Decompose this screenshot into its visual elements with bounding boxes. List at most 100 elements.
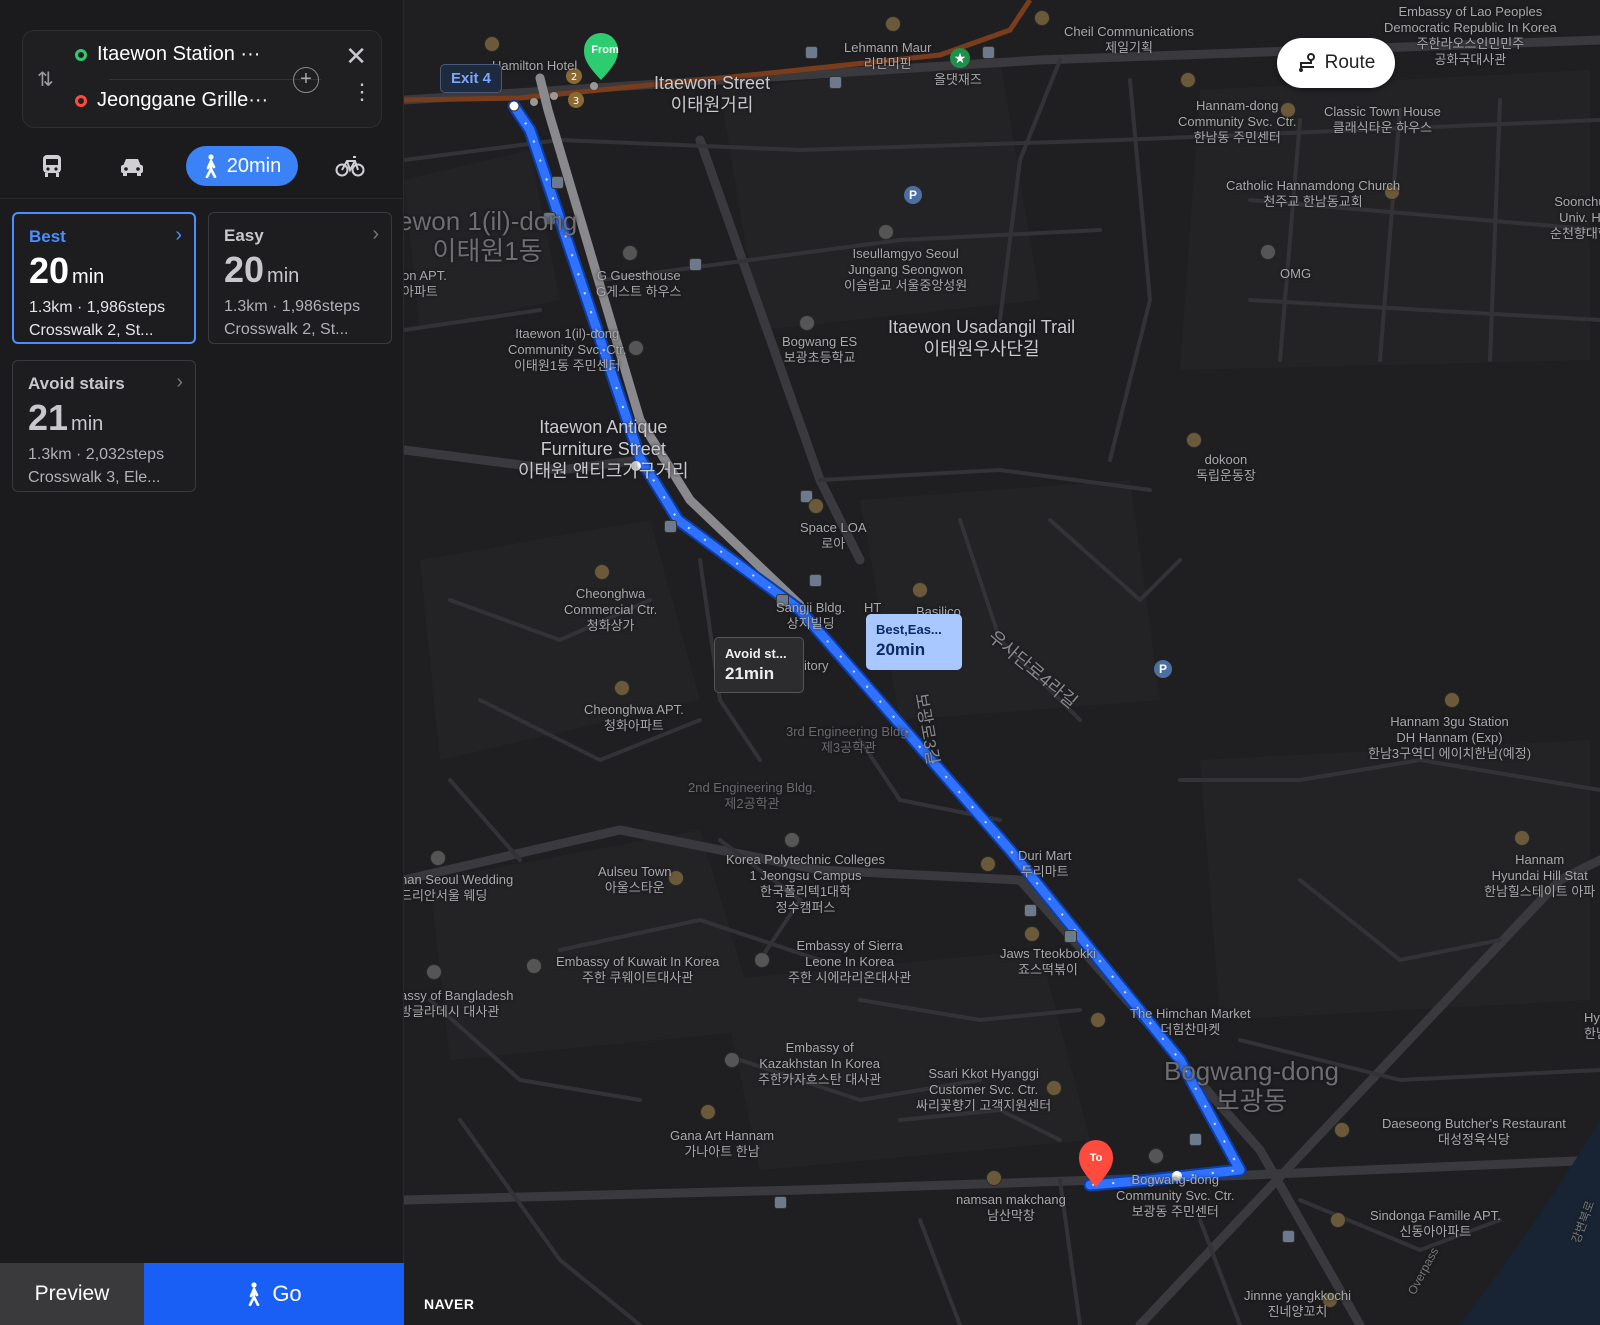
origin-dot-icon <box>75 48 87 61</box>
route-button[interactable]: Route <box>1277 38 1395 88</box>
place-label: Classic Town House 클래식타운 하우스 <box>1324 104 1441 135</box>
tooltip-title: Best,Eas... <box>876 622 942 637</box>
place-label: itory <box>804 658 829 673</box>
parking-icon[interactable]: P <box>1154 660 1172 678</box>
place-icon[interactable] <box>622 245 638 261</box>
transit-mode-button[interactable] <box>34 146 70 186</box>
place-icon[interactable] <box>808 498 824 514</box>
exit-label[interactable]: Exit 4 <box>440 64 503 93</box>
hotel-icon[interactable] <box>484 36 500 52</box>
place-label: Cheil Communications 제일기획 <box>1064 24 1195 55</box>
route-option-easy[interactable]: Easy › 20 min 1.3km · 1,986steps Crosswa… <box>208 212 392 344</box>
close-icon[interactable]: ✕ <box>345 43 367 69</box>
district-label: Bogwang-dong 보광동 <box>1164 1056 1339 1116</box>
place-icon[interactable] <box>1186 432 1202 448</box>
place-label: Embassy of Lao Peoples Democratic Republi… <box>1384 4 1557 67</box>
naver-logo: NAVER <box>424 1296 475 1312</box>
subway-icon[interactable] <box>1444 692 1460 708</box>
place-label: Aulseu Town 아울스타운 <box>598 864 672 895</box>
mart-icon[interactable] <box>980 856 996 872</box>
place-label: Bogwang ES 보광초등학교 <box>782 334 858 365</box>
place-label: assy of Bangladesh 방글라데시 대사관 <box>404 988 514 1019</box>
shopping-icon[interactable] <box>594 564 610 580</box>
place-icon[interactable] <box>430 850 446 866</box>
place-icon[interactable] <box>912 582 928 598</box>
bus-stop-icon[interactable] <box>1282 1230 1295 1243</box>
building-icon[interactable] <box>628 340 644 356</box>
bus-stop-icon[interactable] <box>1024 904 1037 917</box>
bicycle-icon <box>335 156 365 177</box>
bus-stop-icon[interactable] <box>664 520 677 533</box>
school-icon[interactable] <box>799 315 815 331</box>
walk-time: 20min <box>226 154 282 177</box>
more-icon[interactable]: ⋮ <box>351 81 373 103</box>
tooltip-title: Avoid st... <box>725 646 787 661</box>
market-icon[interactable] <box>1090 1012 1106 1028</box>
place-icon[interactable] <box>878 224 894 240</box>
bus-stop-icon[interactable] <box>689 258 702 271</box>
apartment-icon[interactable] <box>1514 830 1530 846</box>
place-label: 3rd Engineering Bldg. 제3공학관 <box>786 724 912 755</box>
preview-button[interactable]: Preview <box>0 1263 144 1325</box>
embassy-icon[interactable] <box>426 964 442 980</box>
embassy-icon[interactable] <box>724 1052 740 1068</box>
street-label: Itaewon Antique Furniture Street 이태원 앤티크가구… <box>518 417 689 481</box>
place-icon[interactable] <box>1180 72 1196 88</box>
option-title: Best <box>29 227 66 246</box>
route-panel: ⇅ Itaewon Station ··· Jeonggane Grille··… <box>0 0 404 1325</box>
bus-stop-icon[interactable] <box>809 574 822 587</box>
option-minutes: 20 <box>224 249 265 290</box>
route-option-avoid-stairs[interactable]: Avoid stairs › 21 min 1.3km · 2,032steps… <box>12 360 196 492</box>
apartment-icon[interactable] <box>1330 1212 1346 1228</box>
bus-stop-icon[interactable] <box>982 46 995 59</box>
restaurant-icon[interactable] <box>1024 926 1040 942</box>
place-label: Hannam Hyundai Hill Stat 한남힐스테이트 아파 <box>1484 852 1596 899</box>
place-label: Hy한남 <box>1584 1010 1600 1041</box>
map-canvas[interactable]: ★ 2 3 From To P P ewon 1(il)-dong 이태원1동 … <box>404 0 1600 1325</box>
chevron-right-icon: › <box>176 371 183 393</box>
bus-stop-icon[interactable] <box>1189 1133 1202 1146</box>
embassy-icon[interactable] <box>526 958 542 974</box>
parking-icon[interactable]: P <box>904 186 922 204</box>
car-icon <box>121 159 143 176</box>
add-waypoint-icon[interactable]: + <box>293 67 319 93</box>
option-duration: 20 min <box>29 250 104 292</box>
restaurant-icon[interactable] <box>986 1170 1002 1186</box>
swap-icon[interactable]: ⇅ <box>37 67 54 92</box>
car-mode-button[interactable] <box>114 146 150 186</box>
option-summary: Crosswalk 3, Ele... <box>28 469 161 486</box>
route-tooltip-best[interactable]: Best,Eas... 20min <box>866 614 962 670</box>
place-label: namsan makchang 남산막창 <box>956 1192 1066 1223</box>
restaurant-icon[interactable] <box>1334 1122 1350 1138</box>
origin-destination-box: ⇅ Itaewon Station ··· Jeonggane Grille··… <box>22 30 382 128</box>
bus-stop-icon[interactable] <box>774 1196 787 1209</box>
embassy-icon[interactable] <box>754 952 770 968</box>
svg-text:★: ★ <box>954 51 967 67</box>
bike-mode-button[interactable] <box>332 146 368 186</box>
bus-stop-icon[interactable] <box>829 76 842 89</box>
go-button[interactable]: Go <box>144 1263 404 1325</box>
place-icon[interactable] <box>885 16 901 32</box>
chevron-right-icon: › <box>372 223 379 245</box>
bus-stop-icon[interactable] <box>805 46 818 59</box>
apartment-icon[interactable] <box>614 680 630 696</box>
gallery-icon[interactable] <box>700 1104 716 1120</box>
walk-mode-button[interactable]: 20min <box>186 146 298 186</box>
place-label: Jaws Tteokbokki 죠스떡볶이 <box>1000 946 1096 977</box>
school-icon[interactable] <box>784 832 800 848</box>
place-label: Cheonghwa APT. 청화아파트 <box>584 702 684 733</box>
route-tooltip-avoid-stairs[interactable]: Avoid st... 21min <box>714 637 804 693</box>
destination-field[interactable]: Jeonggane Grille··· <box>75 89 268 112</box>
bus-stop-icon[interactable] <box>551 176 564 189</box>
route-option-best[interactable]: Best › 20 min 1.3km · 1,986steps Crosswa… <box>12 212 196 344</box>
from-pin-icon[interactable] <box>584 33 618 80</box>
place-label: SoonchuUniv. H순천향대학 <box>1550 194 1600 241</box>
origin-field[interactable]: Itaewon Station ··· <box>75 43 260 66</box>
place-label: Hannam-dong Community Svc. Ctr. 한남동 주민센터 <box>1178 98 1297 145</box>
place-icon[interactable] <box>1034 10 1050 26</box>
place-label: Hannam 3gu Station DH Hannam (Exp) 한남3구역디 … <box>1368 714 1532 761</box>
app: ⇅ Itaewon Station ··· Jeonggane Grille··… <box>0 0 1600 1325</box>
place-icon[interactable] <box>1260 244 1276 260</box>
building-icon[interactable] <box>1148 1148 1164 1164</box>
bus-stop-icon[interactable] <box>1064 930 1077 943</box>
